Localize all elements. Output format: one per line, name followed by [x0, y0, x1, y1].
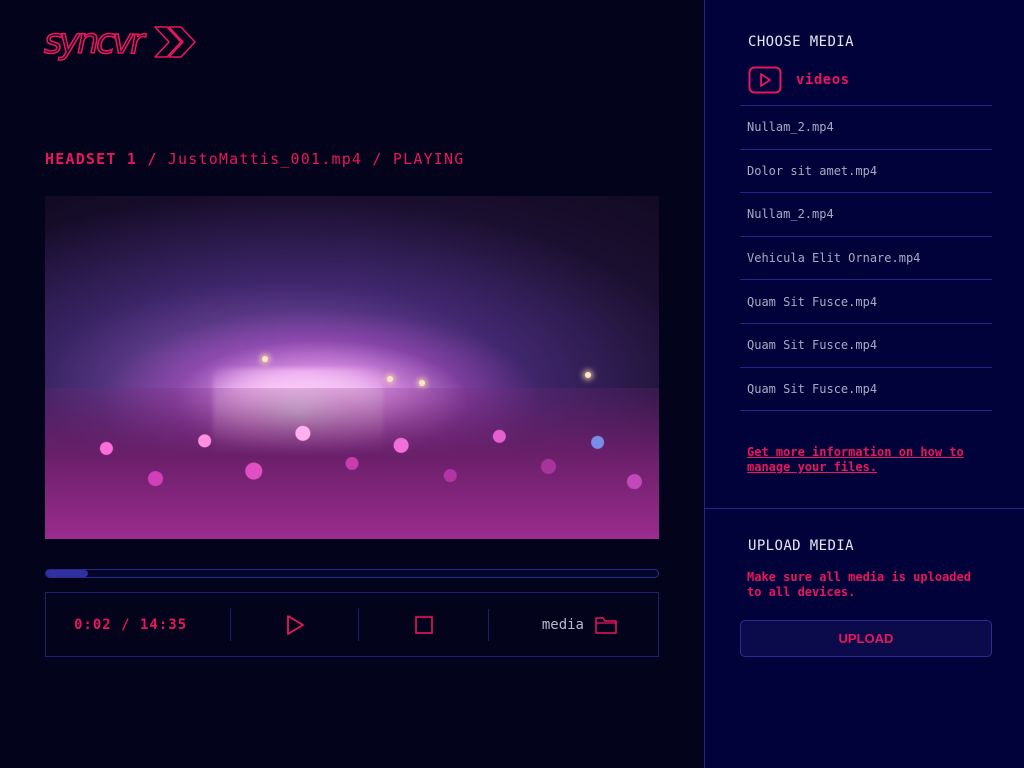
upload-button[interactable]: UPLOAD [740, 620, 992, 657]
panel-divider [705, 508, 1024, 509]
videos-tab[interactable]: videos [748, 66, 850, 94]
playback-status: HEADSET 1 / JustoMattis_001.mp4 / PLAYIN… [45, 150, 465, 168]
light-dot [419, 380, 425, 386]
playing-filename: JustoMattis_001.mp4 [167, 150, 363, 168]
file-item[interactable]: Quam Sit Fusce.mp4 [740, 368, 992, 412]
main-area: syncvr HEADSET 1 / JustoMattis_001.mp4 /… [0, 0, 704, 768]
upload-note: Make sure all media is uploaded to all d… [747, 570, 971, 599]
file-item[interactable]: Dolor sit amet.mp4 [740, 150, 992, 194]
file-list: Nullam_2.mp4 Dolor sit amet.mp4 Nullam_2.m… [740, 105, 992, 412]
file-item[interactable]: Quam Sit Fusce.mp4 [740, 324, 992, 368]
light-dot [387, 376, 393, 382]
headset-name: HEADSET 1 [45, 150, 138, 168]
stop-icon [414, 615, 433, 634]
crowd-scene [45, 388, 659, 539]
media-label: media [541, 616, 584, 633]
progress-fill [46, 570, 88, 577]
logo-wordmark: syncvr [43, 21, 145, 63]
manage-files-link[interactable]: Get more information on how to manage yo… [747, 445, 987, 475]
stop-button[interactable] [359, 593, 488, 656]
play-icon [286, 614, 304, 635]
divider [488, 609, 489, 641]
syncvr-logo: syncvr [43, 20, 197, 64]
progress-bar[interactable] [45, 569, 659, 578]
choose-media-title: CHOOSE MEDIA [748, 34, 854, 50]
light-dot [585, 372, 591, 378]
time-display: 0:02 / 14:35 [74, 616, 188, 633]
status-separator: / [372, 150, 383, 168]
video-preview[interactable] [45, 196, 659, 539]
folder-icon [595, 616, 617, 634]
media-panel: CHOOSE MEDIA videos Nullam_2.mp4 Dolor si… [704, 0, 1024, 768]
file-item[interactable]: Nullam_2.mp4 [740, 193, 992, 237]
play-button[interactable] [231, 593, 358, 656]
videos-label: videos [796, 72, 850, 88]
upload-media-title: UPLOAD MEDIA [748, 538, 854, 554]
file-item[interactable]: Nullam_2.mp4 [740, 106, 992, 150]
file-item[interactable]: Vehicula Elit Ornare.mp4 [740, 237, 992, 281]
status-separator: / [147, 150, 158, 168]
file-item[interactable]: Quam Sit Fusce.mp4 [740, 280, 992, 324]
double-chevron-right-icon [154, 26, 197, 58]
play-square-icon [748, 66, 782, 94]
playback-state: PLAYING [392, 150, 465, 168]
playback-controls: 0:02 / 14:35 media [45, 592, 659, 657]
light-dot [262, 356, 268, 362]
media-button[interactable]: media [542, 593, 618, 656]
